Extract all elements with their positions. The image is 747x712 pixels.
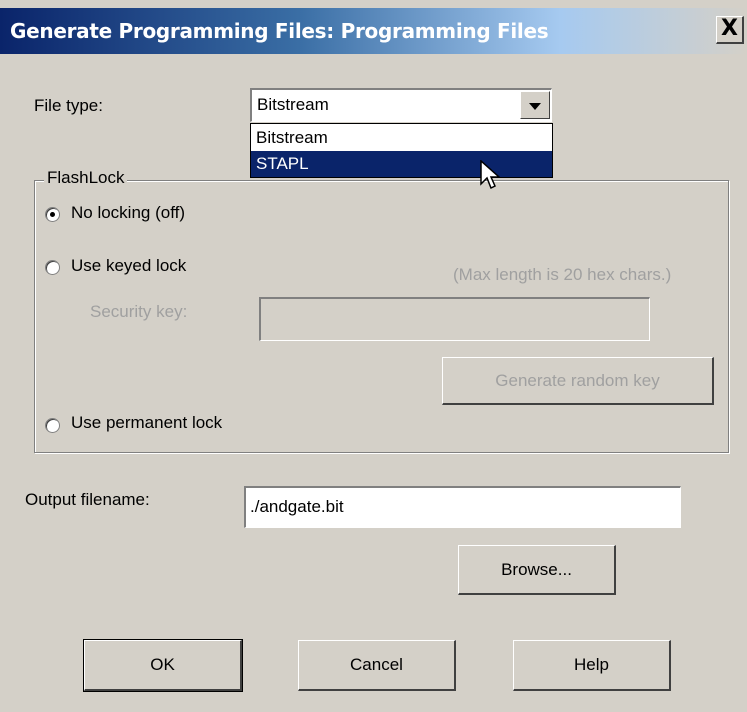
file-type-select[interactable]: Bitstream [250,88,552,122]
security-key-input[interactable] [259,297,650,341]
permanent-lock-radio[interactable] [45,418,60,433]
title-bar: Generate Programming Files: Programming … [0,0,747,58]
keyed-lock-radio[interactable] [45,260,60,275]
file-type-label: File type: [34,96,103,115]
flashlock-group-title: FlashLock [44,168,128,188]
file-type-option-stapl[interactable]: STAPL [251,151,552,177]
file-type-selected-value: Bitstream [257,95,329,114]
cancel-button[interactable]: Cancel [298,640,456,691]
window-title: Generate Programming Files: Programming … [10,19,549,43]
keyed-lock-label[interactable]: Use keyed lock [71,256,186,276]
output-filename-input[interactable]: ./andgate.bit [244,486,681,528]
permanent-lock-label[interactable]: Use permanent lock [71,413,222,433]
output-filename-label: Output filename: [25,490,150,509]
no-locking-radio[interactable] [45,207,60,222]
generate-random-key-button[interactable]: Generate random key [442,357,714,405]
file-type-dropdown-button[interactable] [520,91,550,119]
mouse-cursor-icon [480,160,501,190]
file-type-option-bitstream[interactable]: Bitstream [251,125,552,151]
close-button[interactable]: X [716,16,744,44]
security-key-label: Security key: [90,302,188,321]
max-length-note: (Max length is 20 hex chars.) [453,265,672,284]
help-button[interactable]: Help [513,640,671,691]
chevron-down-icon [529,103,541,110]
ok-button[interactable]: OK [83,639,243,692]
no-locking-label[interactable]: No locking (off) [71,203,185,223]
file-type-dropdown-list: Bitstream STAPL [250,123,553,178]
browse-button[interactable]: Browse... [458,545,616,595]
output-filename-value: ./andgate.bit [250,497,344,516]
